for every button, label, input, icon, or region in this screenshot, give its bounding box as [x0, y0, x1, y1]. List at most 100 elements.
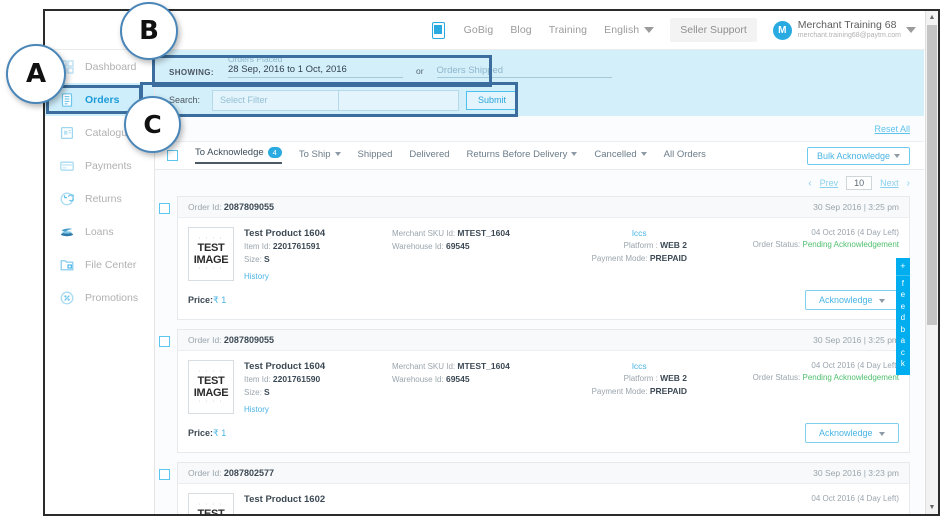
status-badge: Pending Acknowledgement — [802, 240, 899, 249]
item-id-label: Item Id: — [244, 242, 271, 251]
product-thumbnail[interactable]: · · · · TEST IMAGE · · · · — [188, 227, 234, 281]
tab-all-orders[interactable]: All Orders — [664, 149, 706, 163]
acknowledge-button[interactable]: Acknowledge — [804, 423, 899, 443]
sidebar-item-returns[interactable]: Returns — [45, 182, 154, 215]
acknowledge-button[interactable]: Acknowledge — [804, 290, 899, 310]
price-label: Price: — [188, 294, 214, 305]
vertical-scrollbar[interactable]: ▲ ▼ — [925, 11, 938, 514]
prev-page-link[interactable]: Prev — [820, 178, 839, 188]
acknowledge-label: Acknowledge — [818, 428, 873, 438]
item-id: Item Id: 2201761590 — [244, 373, 392, 386]
payment-mode-value: PREPAID — [649, 253, 687, 263]
payment-mode: Payment Mode: PREPAID — [592, 385, 687, 398]
size-value: S — [264, 387, 270, 397]
tab-shipped[interactable]: Shipped — [358, 149, 393, 163]
order-status: Order Status: Pending Acknowledgement — [699, 239, 899, 251]
header-link-training[interactable]: Training — [549, 24, 587, 36]
next-arrow-icon[interactable]: › — [907, 178, 910, 189]
sidebar-item-file-center[interactable]: File Center — [45, 248, 154, 281]
merchant-sku-value: MTEST_1604 — [457, 228, 510, 238]
seller-link[interactable]: lccs — [592, 227, 687, 239]
order-card-body: · · · · TEST IMAGE · · · · Test Product … — [178, 484, 909, 514]
order-placed-at: 30 Sep 2016 | 3:25 pm — [813, 202, 899, 212]
order-card-header: Order Id: 2087809055 30 Sep 2016 | 3:25 … — [178, 330, 909, 351]
feedback-tab[interactable]: + feedback — [896, 258, 910, 375]
order-card-footer: Price:₹ 1 Acknowledge — [178, 417, 909, 452]
mobile-app-icon[interactable] — [431, 21, 445, 39]
status-column: 04 Oct 2016 (4 Day Left) Order Status: P… — [699, 360, 899, 417]
header-link-blog[interactable]: Blog — [510, 24, 531, 36]
header-link-gobig[interactable]: GoBig — [464, 24, 494, 36]
payments-icon — [59, 158, 74, 173]
select-all-checkbox[interactable] — [167, 150, 178, 161]
loans-icon — [59, 224, 74, 239]
prev-arrow-icon[interactable]: ‹ — [808, 178, 811, 189]
product-info-column: Test Product 1602 — [244, 493, 392, 514]
order-checkbox[interactable] — [159, 203, 170, 214]
chevron-down-icon — [644, 27, 655, 34]
price: Price:₹ 1 — [188, 428, 226, 439]
item-id: Item Id: 2201761591 — [244, 240, 392, 253]
tab-cancelled[interactable]: Cancelled — [594, 148, 647, 163]
tab-label: To Acknowledge — [195, 147, 264, 159]
scroll-down-arrow-icon[interactable]: ▼ — [926, 501, 938, 514]
merchant-sku-label: Merchant SKU Id: — [392, 362, 456, 371]
account-info[interactable]: Merchant Training 68 merchant.training68… — [798, 19, 901, 41]
seller-link[interactable]: lccs — [592, 360, 687, 372]
order-status: Order Status: Pending Acknowledgement — [699, 372, 899, 384]
feedback-label: feedback — [900, 278, 906, 369]
account-chevron-down-icon[interactable] — [906, 27, 916, 33]
tab-returns-before-delivery[interactable]: Returns Before Delivery — [467, 149, 578, 163]
highlight-box-search-filter — [140, 82, 518, 117]
thumb-text-2: IMAGE — [193, 254, 229, 266]
due-date: 04 Oct 2016 (4 Day Left) — [811, 494, 899, 503]
acknowledge-label: Acknowledge — [818, 295, 873, 305]
order-checkbox[interactable] — [159, 336, 170, 347]
product-thumbnail[interactable]: · · · · TEST IMAGE · · · · — [188, 493, 234, 514]
sidebar-item-payments[interactable]: Payments — [45, 149, 154, 182]
file-center-icon — [59, 257, 74, 272]
sidebar-item-loans[interactable]: Loans — [45, 215, 154, 248]
history-link[interactable]: History — [244, 405, 269, 414]
size: Size: S — [244, 253, 392, 266]
product-thumbnail[interactable]: · · · · TEST IMAGE · · · · — [188, 360, 234, 414]
item-id-label: Item Id: — [244, 375, 271, 384]
language-selector[interactable]: English — [604, 24, 655, 36]
platform-info-inner: lccs Platform : WEB 2 Payment Mode: PREP… — [592, 227, 687, 265]
order-card-header: Order Id: 2087802577 30 Sep 2016 | 3:23 … — [178, 463, 909, 484]
warehouse-id: Warehouse Id: 69545 — [392, 373, 542, 386]
thumb-text-2: IMAGE — [193, 387, 229, 399]
chevron-down-icon — [334, 151, 341, 156]
language-label: English — [604, 24, 640, 36]
reset-all-link[interactable]: Reset All — [874, 124, 910, 134]
page-number-input[interactable]: 10 — [846, 176, 873, 190]
tab-to-ship[interactable]: To Ship — [299, 149, 341, 163]
history-link[interactable]: History — [244, 272, 269, 281]
price: Price:₹ 1 — [188, 295, 226, 306]
bulk-acknowledge-button[interactable]: Bulk Acknowledge — [806, 146, 910, 165]
tab-delivered[interactable]: Delivered — [409, 149, 449, 163]
item-id-value: 2201761591 — [272, 241, 321, 251]
thumb-text-1: TEST — [197, 375, 225, 387]
scroll-up-arrow-icon[interactable]: ▲ — [926, 11, 938, 24]
order-id-value: 2087809055 — [223, 335, 274, 345]
platform-info-column: lccs Platform : WEB 2 Payment Mode: PREP… — [542, 360, 699, 417]
sidebar-item-label: Promotions — [85, 291, 139, 304]
scrollbar-thumb[interactable] — [927, 25, 937, 325]
order-id: Order Id: 2087809055 — [188, 335, 274, 345]
tab-label: To Ship — [298, 148, 331, 160]
platform: Platform : WEB 2 — [592, 239, 687, 252]
sidebar-item-promotions[interactable]: Promotions — [45, 281, 154, 314]
order-id: Order Id: 2087809055 — [188, 202, 274, 212]
tab-to-acknowledge[interactable]: To Acknowledge 4 — [195, 147, 282, 164]
merchant-sku: Merchant SKU Id: MTEST_1604 — [392, 227, 542, 240]
merchant-sku-label: Merchant SKU Id: — [392, 229, 456, 238]
order-card: Order Id: 2087809055 30 Sep 2016 | 3:25 … — [177, 329, 910, 453]
product-info-column: Test Product 1604 Item Id: 2201761591 Si… — [244, 227, 392, 284]
size: Size: S — [244, 386, 392, 399]
order-checkbox[interactable] — [159, 469, 170, 480]
next-page-link[interactable]: Next — [880, 178, 899, 188]
seller-support-button[interactable]: Seller Support — [670, 18, 757, 42]
tab-label: Delivered — [409, 148, 450, 160]
tab-label: Cancelled — [594, 148, 637, 160]
